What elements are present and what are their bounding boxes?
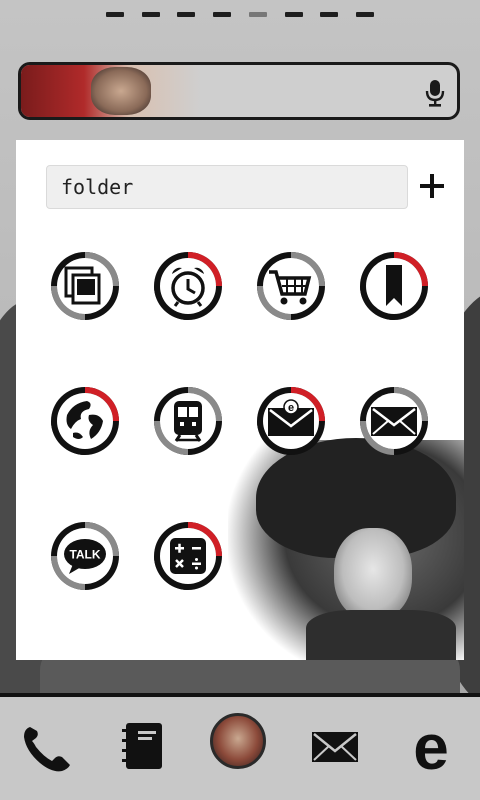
avatar[interactable]: [210, 713, 266, 769]
search-bar[interactable]: [18, 62, 460, 120]
svg-text:e: e: [288, 402, 294, 414]
browser-e-label: e: [413, 711, 449, 781]
page-dot: [248, 12, 267, 17]
browser-e-icon[interactable]: e: [396, 711, 466, 781]
page-dot: [141, 12, 160, 17]
page-dot: [213, 12, 232, 17]
folder-name-field[interactable]: folder: [46, 165, 408, 209]
page-dot: [177, 12, 196, 17]
folder-photo-face: [334, 528, 412, 620]
microphone-icon[interactable]: [425, 79, 445, 107]
talk-label: TALK: [69, 548, 100, 562]
phone-icon[interactable]: [12, 711, 82, 781]
search-bar-face: [91, 67, 151, 115]
bookmark-icon[interactable]: [358, 250, 430, 322]
gallery-icon[interactable]: [49, 250, 121, 322]
shopping-cart-icon[interactable]: [255, 250, 327, 322]
page-dot: [284, 12, 303, 17]
page-indicator: [106, 12, 374, 18]
mail-icon[interactable]: [300, 711, 370, 781]
alarm-clock-icon[interactable]: [152, 250, 224, 322]
train-icon[interactable]: [152, 385, 224, 457]
email-icon[interactable]: e: [255, 385, 327, 457]
dock: e: [0, 697, 480, 800]
plus-icon[interactable]: [420, 174, 444, 198]
page-dot: [320, 12, 339, 17]
page-dot: [355, 12, 374, 17]
folder-photo-neck: [306, 610, 456, 660]
mail-icon[interactable]: [358, 385, 430, 457]
folder-panel: folder e TALK: [16, 140, 464, 660]
contacts-icon[interactable]: [108, 711, 178, 781]
globe-icon[interactable]: [49, 385, 121, 457]
calculator-icon[interactable]: [152, 520, 224, 592]
talk-icon[interactable]: TALK: [49, 520, 121, 592]
page-dot: [106, 12, 124, 17]
